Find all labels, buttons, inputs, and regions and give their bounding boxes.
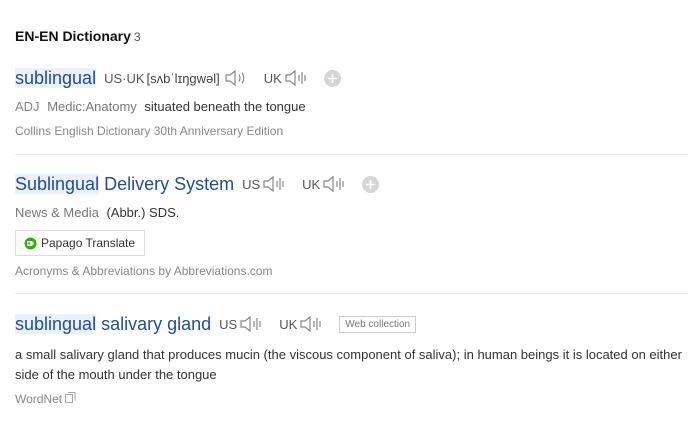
pron-label-uk: UK	[263, 70, 282, 86]
copy-icon[interactable]	[65, 392, 76, 406]
pron-label-us-uk: US·UK	[104, 70, 145, 86]
phonetic: [sʌbˈlɪŋgwəl]	[146, 70, 220, 86]
headword-highlight: Sublingual	[15, 173, 100, 194]
entry-head: sublingual US·UK [sʌbˈlɪŋgwəl] UK	[15, 66, 688, 90]
entry-head: sublingual salivary gland US UK Web coll…	[15, 312, 688, 336]
pron-label-uk: UK	[302, 176, 321, 192]
definition-text: a small salivary gland that produces muc…	[15, 347, 682, 382]
headword-rest: salivary gland	[96, 313, 212, 334]
speaker-icon[interactable]	[224, 68, 250, 88]
section-title: EN-EN Dictionary 3	[15, 28, 141, 44]
pron-label-uk: UK	[279, 316, 298, 332]
headword-rest: Delivery System	[99, 173, 235, 194]
result-count: 3	[133, 30, 141, 44]
headword-link[interactable]: sublingual	[15, 67, 97, 89]
source-label: Collins English Dictionary 30th Annivers…	[15, 124, 284, 138]
plus-icon[interactable]	[323, 69, 341, 87]
pron-label-us: US	[242, 176, 261, 192]
divider	[15, 293, 688, 294]
papago-translate-button[interactable]: Papago Translate	[15, 230, 146, 256]
speaker-icon[interactable]	[262, 174, 288, 194]
headword-highlight: sublingual	[15, 67, 97, 88]
papago-logo-icon	[24, 237, 37, 249]
source-row: WordNet	[15, 392, 688, 406]
headword-highlight: sublingual	[15, 313, 97, 334]
web-collection-badge: Web collection	[339, 315, 417, 333]
definition-text: situated beneath the tongue	[144, 99, 306, 114]
headword-link[interactable]: sublingual salivary gland	[15, 313, 212, 335]
pron-label-us: US	[219, 316, 238, 332]
section-title-text: EN-EN Dictionary	[15, 28, 131, 44]
definition-row: News & Media (Abbr.) SDS.	[15, 204, 688, 222]
entry-sublingual: sublingual US·UK [sʌbˈlɪŋgwəl] UK ADJ Me…	[15, 66, 688, 138]
speaker-icon[interactable]	[239, 314, 265, 334]
speaker-icon[interactable]	[299, 314, 325, 334]
entry-sublingual-salivary-gland: sublingual salivary gland US UK Web coll…	[15, 312, 688, 406]
entry-sublingual-delivery-system: Sublingual Delivery System US UK News & …	[15, 172, 688, 278]
source-label: WordNet	[15, 392, 63, 406]
subject-field: News & Media	[15, 205, 99, 220]
speaker-icon[interactable]	[322, 174, 348, 194]
dictionary-panel: EN-EN Dictionary 3 sublingual US·UK [sʌbˈ…	[0, 0, 689, 433]
subject-field: Medic:Anatomy	[47, 99, 137, 114]
definition-text: (Abbr.) SDS.	[106, 205, 180, 220]
divider	[15, 154, 688, 155]
entry-head: Sublingual Delivery System US UK	[15, 172, 688, 196]
plus-icon[interactable]	[362, 175, 380, 193]
part-of-speech: ADJ	[15, 99, 40, 114]
speaker-icon[interactable]	[284, 68, 310, 88]
source-label: Acronyms & Abbreviations by Abbreviation…	[15, 264, 273, 278]
papago-translate-label: Papago Translate	[41, 236, 136, 250]
definition-row: ADJ Medic:Anatomy situated beneath the t…	[15, 98, 688, 116]
headword-link[interactable]: Sublingual Delivery System	[15, 173, 235, 195]
